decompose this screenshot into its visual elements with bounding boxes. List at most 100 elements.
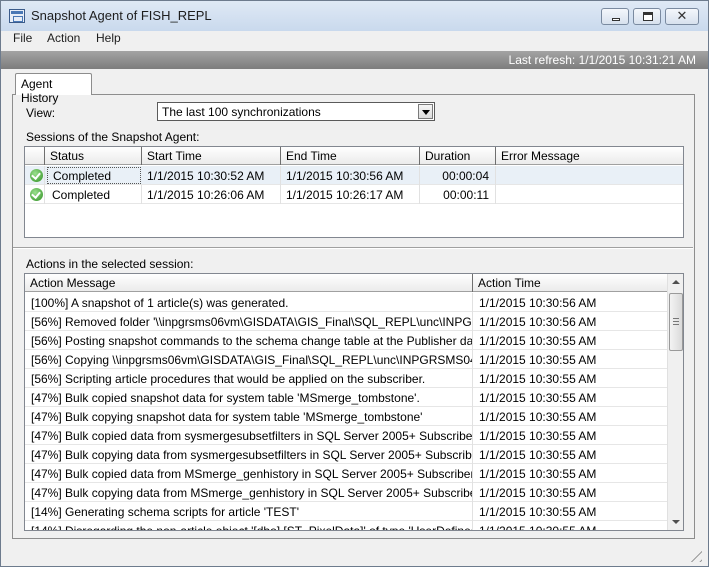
action-message: [47%] Bulk copying data from MSmerge_gen… xyxy=(25,483,473,502)
action-message: [56%] Scripting article procedures that … xyxy=(25,369,473,388)
action-row[interactable]: [100%] A snapshot of 1 article(s) was ge… xyxy=(25,293,668,312)
col-duration[interactable]: Duration xyxy=(420,147,496,165)
session-duration: 00:00:04 xyxy=(420,166,496,185)
action-message: [47%] Bulk copying snapshot data for sys… xyxy=(25,407,473,426)
session-row[interactable]: Completed 1/1/2015 10:30:52 AM 1/1/2015 … xyxy=(25,166,683,185)
col-error-message[interactable]: Error Message xyxy=(496,147,683,165)
tab-label: Agent History xyxy=(21,77,59,105)
action-row[interactable]: [56%] Posting snapshot commands to the s… xyxy=(25,331,668,350)
col-end-time[interactable]: End Time xyxy=(281,147,420,165)
session-end: 1/1/2015 10:26:17 AM xyxy=(281,185,420,204)
col-action-message[interactable]: Action Message xyxy=(25,274,473,292)
action-message: [56%] Posting snapshot commands to the s… xyxy=(25,331,473,350)
last-refresh-label: Last refresh: 1/1/2015 10:31:21 AM xyxy=(508,53,696,67)
action-message: [47%] Bulk copied snapshot data for syst… xyxy=(25,388,473,407)
actions-header: Action Message Action Time xyxy=(25,274,668,292)
action-time: 1/1/2015 10:30:55 AM xyxy=(479,448,597,462)
action-time: 1/1/2015 10:30:55 AM xyxy=(479,391,597,405)
action-time: 1/1/2015 10:30:55 AM xyxy=(479,467,597,481)
arrow-up-icon xyxy=(672,280,680,284)
status-bar: Last refresh: 1/1/2015 10:31:21 AM xyxy=(1,51,708,69)
scroll-down-button[interactable] xyxy=(668,513,683,530)
close-button[interactable]: ✕ xyxy=(665,8,699,25)
snapshot-agent-icon xyxy=(9,9,25,23)
col-start-time[interactable]: Start Time xyxy=(142,147,281,165)
action-time: 1/1/2015 10:30:55 AM xyxy=(479,429,597,443)
minimize-icon xyxy=(612,18,620,21)
action-time: 1/1/2015 10:30:55 AM xyxy=(479,505,597,519)
action-message: [100%] A snapshot of 1 article(s) was ge… xyxy=(25,293,473,312)
session-start: 1/1/2015 10:26:06 AM xyxy=(142,185,281,204)
sessions-grid[interactable]: Status Start Time End Time Duration Erro… xyxy=(24,146,684,238)
session-end: 1/1/2015 10:30:56 AM xyxy=(281,166,420,185)
actions-grid[interactable]: Action Message Action Time [100%] A snap… xyxy=(24,273,684,531)
row-header-corner xyxy=(25,147,45,165)
action-time: 1/1/2015 10:30:56 AM xyxy=(479,296,597,310)
title-bar[interactable]: Snapshot Agent of FISH_REPL ✕ xyxy=(1,1,708,31)
action-row[interactable]: [47%] Bulk copying data from MSmerge_gen… xyxy=(25,483,668,502)
arrow-down-icon xyxy=(672,520,680,524)
actions-label: Actions in the selected session: xyxy=(26,257,194,271)
snapshot-agent-window: Snapshot Agent of FISH_REPL ✕ File Actio… xyxy=(0,0,709,567)
action-time: 1/1/2015 10:30:55 AM xyxy=(479,410,597,424)
view-select-value: The last 100 synchronizations xyxy=(162,105,321,119)
maximize-button[interactable] xyxy=(633,8,661,25)
menu-help[interactable]: Help xyxy=(96,31,121,45)
session-error xyxy=(496,185,683,204)
action-row[interactable]: [56%] Copying \\inpgrsms06vm\GISDATA\GIS… xyxy=(25,350,668,369)
col-action-time[interactable]: Action Time xyxy=(473,274,668,292)
action-message: [47%] Bulk copied data from sysmergesubs… xyxy=(25,426,473,445)
maximize-icon xyxy=(643,12,653,21)
menu-bar: File Action Help xyxy=(1,31,708,46)
menu-file[interactable]: File xyxy=(13,31,32,45)
sessions-header: Status Start Time End Time Duration Erro… xyxy=(25,147,683,165)
action-row[interactable]: [47%] Bulk copying snapshot data for sys… xyxy=(25,407,668,426)
status-icon-cell xyxy=(25,185,45,204)
session-row[interactable]: Completed 1/1/2015 10:26:06 AM 1/1/2015 … xyxy=(25,185,683,204)
action-message: [14%] Generating schema scripts for arti… xyxy=(25,502,473,521)
action-time: 1/1/2015 10:30:55 AM xyxy=(479,334,597,348)
chevron-down-icon xyxy=(422,110,430,115)
check-circle-icon xyxy=(30,188,43,201)
action-row[interactable]: [14%] Disregarding the non-article objec… xyxy=(25,521,668,531)
session-duration: 00:00:11 xyxy=(420,185,496,204)
check-circle-icon xyxy=(30,169,43,182)
close-icon: ✕ xyxy=(676,8,688,23)
action-time: 1/1/2015 10:30:55 AM xyxy=(479,372,597,386)
action-row[interactable]: [56%] Scripting article procedures that … xyxy=(25,369,668,388)
status-icon-cell xyxy=(25,166,45,185)
sessions-label: Sessions of the Snapshot Agent: xyxy=(26,130,200,144)
action-time: 1/1/2015 10:30:56 AM xyxy=(479,315,597,329)
view-select[interactable]: The last 100 synchronizations xyxy=(157,102,435,121)
action-message: [47%] Bulk copied data from MSmerge_genh… xyxy=(25,464,473,483)
action-message: [14%] Disregarding the non-article objec… xyxy=(25,521,473,530)
window-title: Snapshot Agent of FISH_REPL xyxy=(31,8,212,23)
resize-grip-icon[interactable] xyxy=(690,550,702,562)
menu-action[interactable]: Action xyxy=(47,31,80,45)
scroll-thumb[interactable] xyxy=(669,293,683,351)
action-row[interactable]: [47%] Bulk copying data from sysmergesub… xyxy=(25,445,668,464)
session-status: Completed xyxy=(47,167,141,184)
session-error xyxy=(496,166,683,185)
action-message: [56%] Removed folder '\\inpgrsms06vm\GIS… xyxy=(25,312,473,331)
action-row[interactable]: [47%] Bulk copied data from MSmerge_genh… xyxy=(25,464,668,483)
action-message: [47%] Bulk copying data from sysmergesub… xyxy=(25,445,473,464)
splitter[interactable] xyxy=(13,247,693,249)
action-row[interactable]: [14%] Generating schema scripts for arti… xyxy=(25,502,668,521)
session-status: Completed xyxy=(47,185,142,204)
scroll-up-button[interactable] xyxy=(668,274,683,291)
action-row[interactable]: [56%] Removed folder '\\inpgrsms06vm\GIS… xyxy=(25,312,668,331)
minimize-button[interactable] xyxy=(601,8,629,25)
action-row[interactable]: [47%] Bulk copied data from sysmergesubs… xyxy=(25,426,668,445)
col-status[interactable]: Status xyxy=(45,147,142,165)
action-message: [56%] Copying \\inpgrsms06vm\GISDATA\GIS… xyxy=(25,350,473,369)
action-time: 1/1/2015 10:30:55 AM xyxy=(479,353,597,367)
grip-icon xyxy=(673,318,679,325)
vertical-scrollbar[interactable] xyxy=(667,274,683,530)
dropdown-button[interactable] xyxy=(418,104,433,119)
action-row[interactable]: [47%] Bulk copied snapshot data for syst… xyxy=(25,388,668,407)
action-time: 1/1/2015 10:30:55 AM xyxy=(479,524,597,531)
tab-agent-history[interactable]: Agent History xyxy=(15,73,92,105)
action-time: 1/1/2015 10:30:55 AM xyxy=(479,486,597,500)
view-label: View: xyxy=(26,106,56,120)
